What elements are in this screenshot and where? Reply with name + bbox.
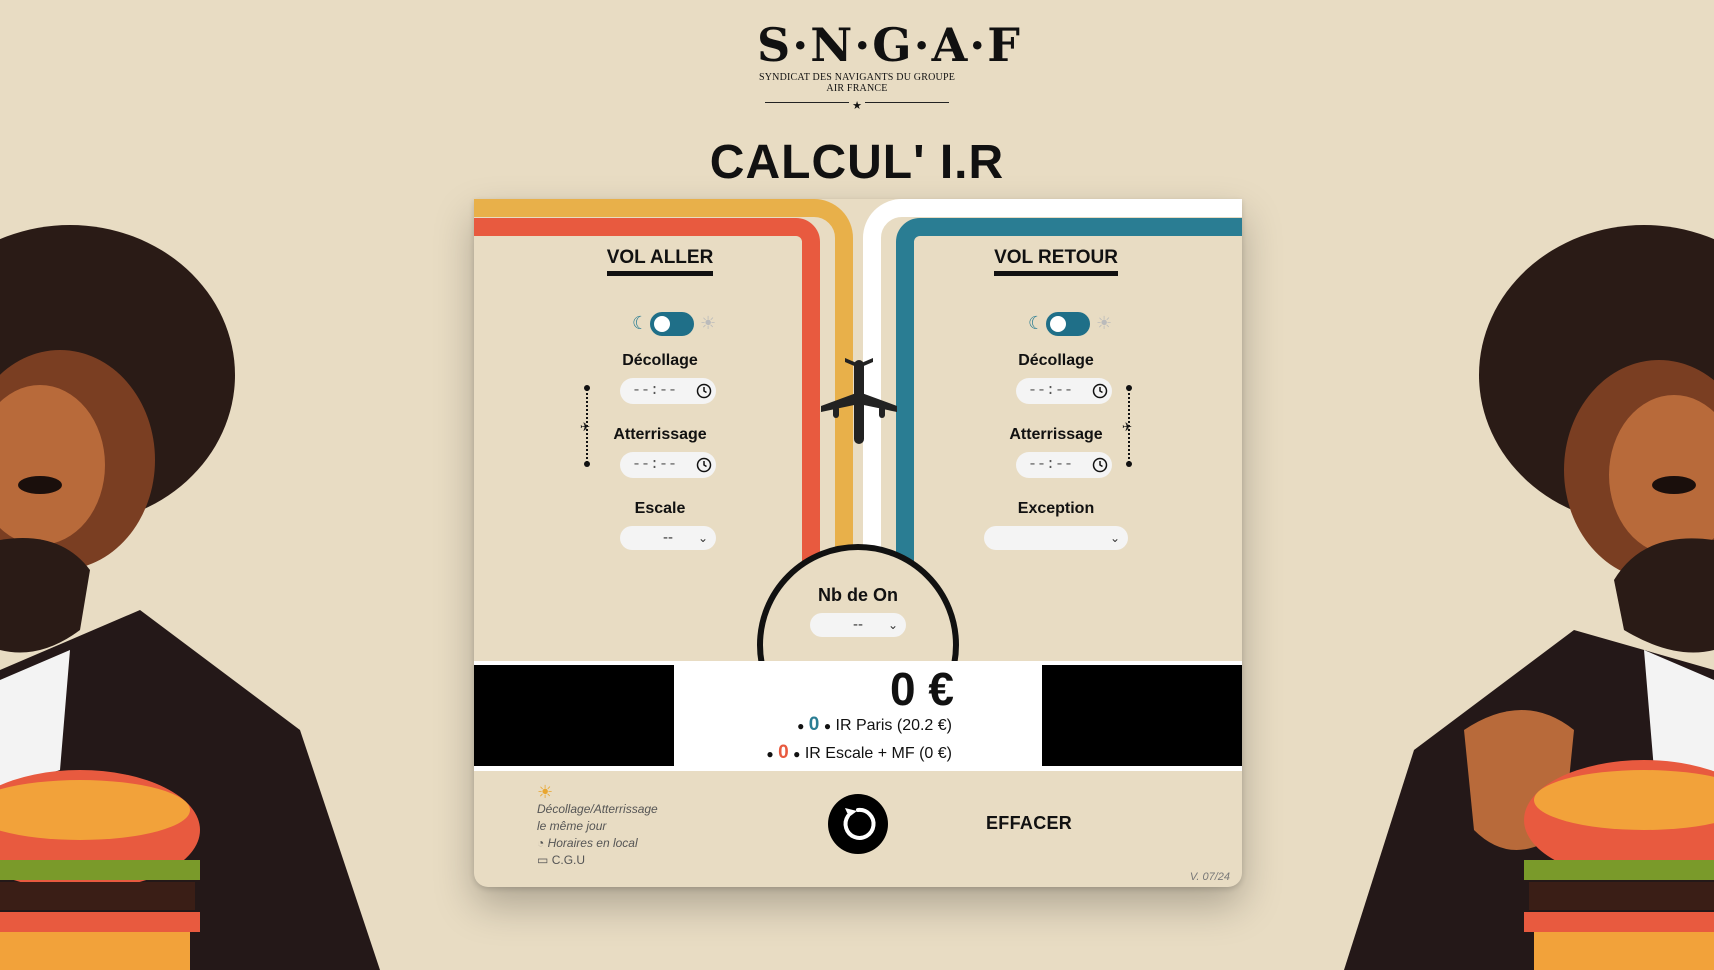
vol-aller-panel: VOL ALLER ☾ ☀ Décollage --:-- ✈ Atterris… (540, 247, 780, 550)
vol-retour-panel: VOL RETOUR ☾ ☀ Décollage --:-- ✈ Atterri… (936, 247, 1176, 550)
result-left-block (474, 665, 674, 766)
globe-icon: ◔ (537, 836, 545, 850)
ir-paris-label: IR Paris (20.2 €) (835, 717, 952, 734)
total-amount: 0 € (890, 663, 954, 715)
vol-retour-title: VOL RETOUR (994, 247, 1118, 276)
reset-icon (843, 807, 876, 840)
app-title: CALCUL' I.R (709, 136, 1005, 189)
left-character-illustration (0, 210, 400, 970)
atterrissage-label: Atterrissage (1009, 426, 1103, 443)
chevron-down-icon: ⌄ (887, 618, 898, 632)
logo-letters: S·N·G·A·F (757, 18, 1022, 72)
chevron-down-icon: ⌄ (697, 531, 708, 545)
footer-notes: ☀ Décollage/Atterrissage le même jour ◔ … (537, 783, 717, 869)
decollage-label: Décollage (1018, 352, 1094, 369)
right-character-illustration (1314, 210, 1714, 970)
toggle-knob (654, 316, 670, 332)
airplane-icon (821, 358, 897, 444)
nb-on-select-value: -- (853, 616, 863, 633)
atterrissage-time-input[interactable]: --:-- (620, 452, 716, 478)
clock-icon[interactable] (1092, 457, 1108, 473)
exception-select[interactable]: ⌄ (984, 526, 1128, 550)
ir-escale-value: 0 (778, 742, 789, 763)
escale-select-value: -- (663, 529, 673, 546)
sun-icon: ☀ (700, 313, 717, 333)
atterrissage-label: Atterrissage (613, 426, 707, 443)
ir-escale-line: ● 0 ● IR Escale + MF (0 €) (766, 742, 952, 763)
decollage-time-input[interactable]: --:-- (620, 378, 716, 404)
nb-on-label: Nb de On (818, 585, 898, 605)
logo-rule: ★ (757, 96, 957, 112)
chevron-down-icon: ⌄ (1109, 531, 1120, 545)
decollage-time-input[interactable]: --:-- (1016, 378, 1112, 404)
atterrissage-time-input[interactable]: --:-- (1016, 452, 1112, 478)
moon-icon: ☾ (632, 313, 649, 333)
escale-label: Escale (634, 500, 686, 517)
calculator-card: VOL ALLER ☾ ☀ Décollage --:-- ✈ Atterris… (474, 199, 1242, 887)
effacer-button[interactable]: EFFACER (986, 813, 1072, 834)
sun-icon: ☀ (1096, 313, 1113, 333)
reset-button[interactable] (828, 794, 888, 854)
document-icon: ▭ (537, 853, 549, 867)
cgu-link[interactable]: ▭ C.G.U (537, 852, 717, 869)
note-line-1: Décollage/Atterrissage (537, 802, 658, 816)
vol-aller-title: VOL ALLER (606, 247, 714, 276)
clock-icon[interactable] (696, 383, 712, 399)
star-icon: ★ (849, 100, 865, 112)
ir-escale-label: IR Escale + MF (0 €) (804, 745, 952, 762)
result-right-block (1042, 665, 1242, 766)
clock-icon[interactable] (1092, 383, 1108, 399)
exception-label: Exception (1017, 500, 1095, 517)
nb-on-select[interactable]: -- ⌄ (810, 613, 906, 637)
day-night-toggle[interactable] (1046, 312, 1090, 336)
sun-icon: ☀ (537, 782, 554, 802)
decollage-time-value: --:-- (1028, 382, 1074, 399)
toggle-knob (1050, 316, 1066, 332)
logo-subtitle: SYNDICAT DES NAVIGANTS DU GROUPE AIR FRA… (758, 72, 956, 94)
decollage-label: Décollage (622, 352, 698, 369)
moon-icon: ☾ (1028, 313, 1045, 333)
ir-paris-line: ● 0 ● IR Paris (20.2 €) (797, 714, 952, 735)
day-night-toggle[interactable] (650, 312, 694, 336)
sngaf-logo: S·N·G·A·F SYNDICAT DES NAVIGANTS DU GROU… (757, 18, 1022, 112)
version-label: V. 07/24 (1189, 871, 1230, 883)
ir-paris-value: 0 (808, 714, 820, 735)
clock-icon[interactable] (696, 457, 712, 473)
atterrissage-time-value: --:-- (632, 456, 678, 473)
day-night-row: ☾ ☀ (540, 309, 780, 337)
decollage-time-value: --:-- (632, 382, 678, 399)
day-night-row: ☾ ☀ (936, 309, 1176, 337)
note-line-2: le même jour (537, 819, 607, 833)
atterrissage-time-value: --:-- (1028, 456, 1074, 473)
horaires-note: ◔ Horaires en local (537, 836, 638, 850)
escale-select[interactable]: -- ⌄ (620, 526, 716, 550)
